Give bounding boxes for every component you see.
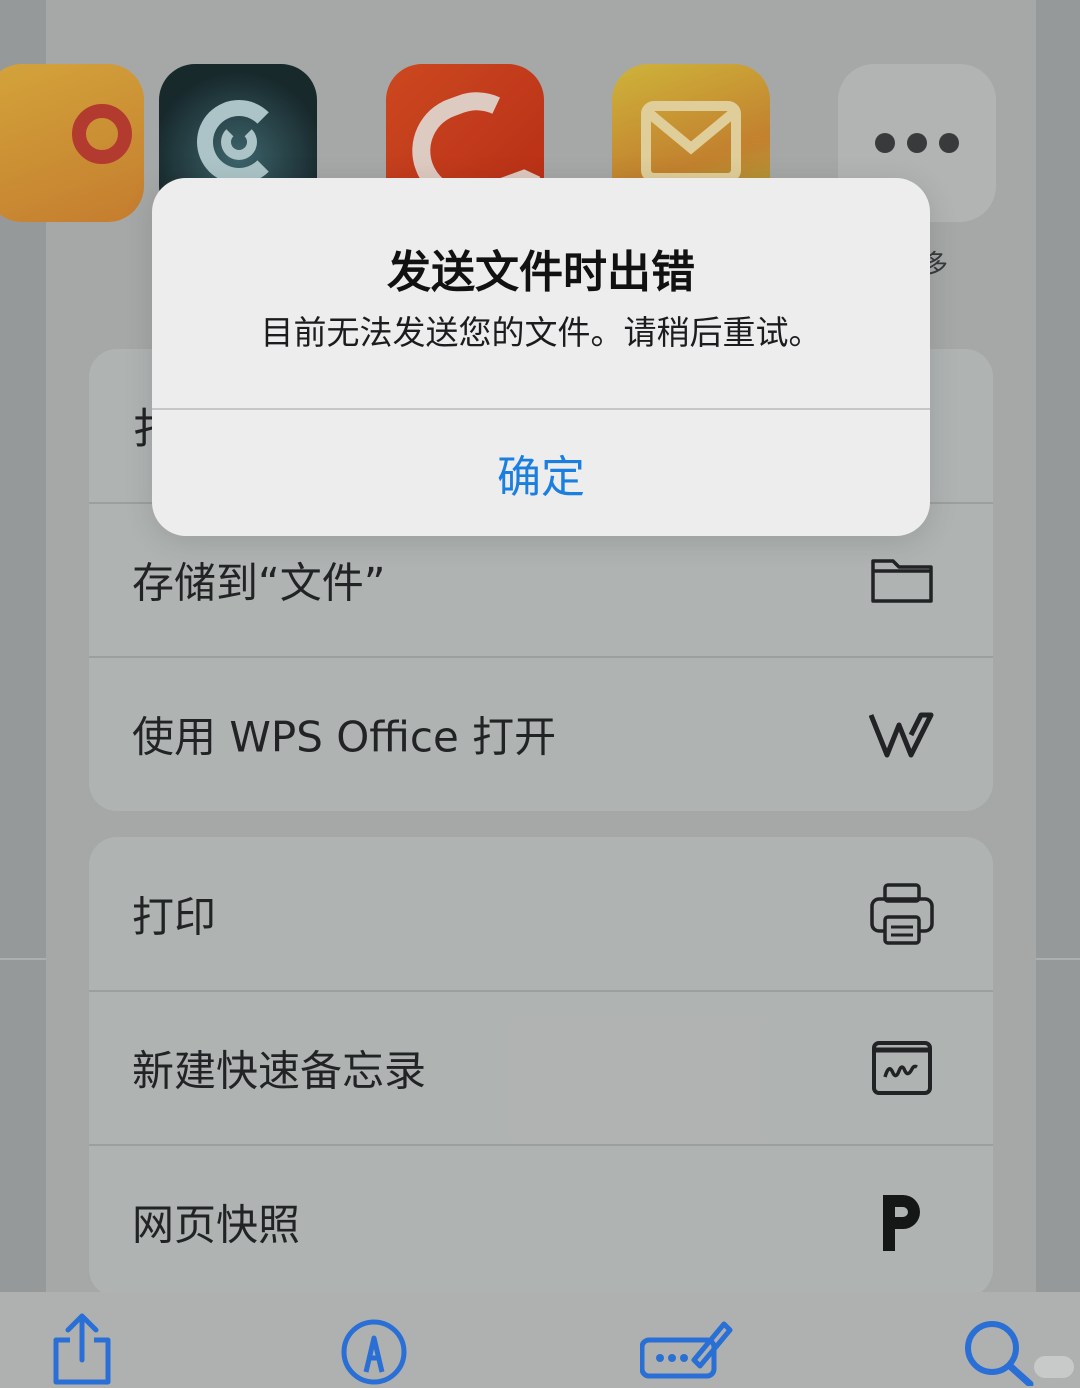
action-row-quick-note[interactable]: 新建快速备忘录 [89, 990, 993, 1143]
share-icon[interactable] [44, 1310, 120, 1386]
confirm-button[interactable]: 确定 [152, 410, 930, 536]
markup-icon[interactable] [336, 1310, 412, 1386]
bottom-toolbar [0, 1292, 1080, 1388]
error-alert: 发送文件时出错 目前无法发送您的文件。请稍后重试。 确定 [152, 178, 930, 536]
right-background-strip [1036, 0, 1080, 1292]
watermark-badge [1034, 1356, 1074, 1378]
action-row-web-snapshot[interactable]: 网页快照 [89, 1144, 993, 1297]
action-label: 使用 WPS Office 打开 [132, 712, 557, 761]
wps-icon [869, 701, 935, 767]
actions-group-2: 打印 新建快速备忘录 网页快照 [89, 837, 993, 1297]
p-icon [869, 1189, 935, 1255]
action-label: 新建快速备忘录 [132, 1046, 427, 1095]
action-label: 网页快照 [132, 1200, 301, 1249]
printer-icon [869, 881, 935, 947]
quick-note-icon [869, 1035, 935, 1101]
action-label: 打印 [132, 892, 217, 941]
action-row-open-wps[interactable]: 使用 WPS Office 打开 [89, 656, 993, 809]
alert-title: 发送文件时出错 [387, 247, 695, 298]
right-strip-divider [1036, 958, 1080, 960]
alert-message: 目前无法发送您的文件。请稍后重试。 [260, 313, 822, 352]
folder-icon [869, 547, 935, 613]
action-label: 存储到“文件” [132, 558, 386, 607]
partial-app-icon[interactable] [0, 64, 144, 222]
search-icon[interactable] [962, 1310, 1038, 1386]
left-strip-divider [0, 958, 46, 960]
action-row-print[interactable]: 打印 [89, 837, 993, 990]
signature-icon[interactable] [640, 1310, 736, 1386]
